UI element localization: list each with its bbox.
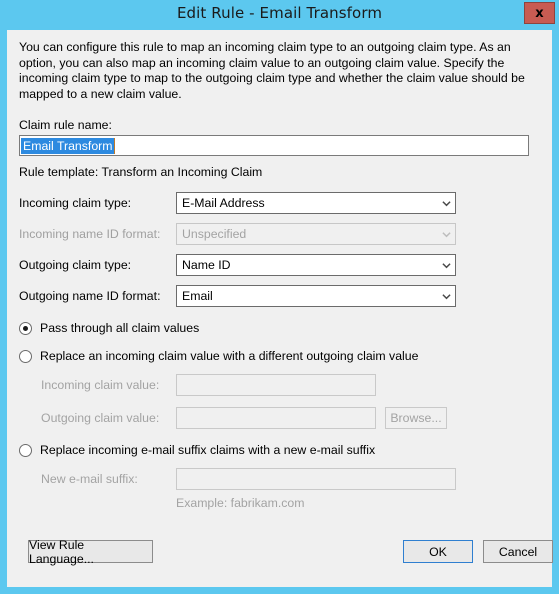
chevron-down-icon xyxy=(437,292,455,301)
close-icon[interactable]: x xyxy=(524,2,555,24)
browse-button: Browse... xyxy=(385,407,447,429)
description-text: You can configure this rule to map an in… xyxy=(19,40,525,101)
incoming-claim-type-dropdown[interactable]: E-Mail Address xyxy=(176,192,456,214)
edit-rule-dialog: Edit Rule - Email Transform x You can co… xyxy=(0,0,559,594)
incoming-name-id-format-value: Unspecified xyxy=(182,227,247,241)
window-title: Edit Rule - Email Transform xyxy=(176,4,383,22)
outgoing-claim-value-row: Outgoing claim value: Browse... xyxy=(19,407,540,429)
cancel-button[interactable]: Cancel xyxy=(483,540,553,563)
option-replace-value-label: Replace an incoming claim value with a d… xyxy=(40,349,419,363)
incoming-name-id-format-dropdown: Unspecified xyxy=(176,223,456,245)
outgoing-claim-type-row: Outgoing claim type: Name ID xyxy=(19,254,540,276)
chevron-down-icon xyxy=(437,230,455,239)
dialog-body: You can configure this rule to map an in… xyxy=(7,30,552,529)
dialog-footer: View Rule Language... OK Cancel xyxy=(7,529,553,587)
title-bar: Edit Rule - Email Transform x xyxy=(0,0,559,30)
email-suffix-example: Example: fabrikam.com xyxy=(176,496,305,510)
outgoing-claim-type-dropdown[interactable]: Name ID xyxy=(176,254,456,276)
outgoing-claim-value-input xyxy=(176,407,376,429)
claim-rule-name-label: Claim rule name: xyxy=(19,118,112,132)
option-replace-suffix-label: Replace incoming e-mail suffix claims wi… xyxy=(40,443,376,457)
rule-template-label: Rule template: Transform an Incoming Cla… xyxy=(19,165,263,179)
outgoing-claim-value-label: Outgoing claim value: xyxy=(41,411,160,425)
outgoing-name-id-format-row: Outgoing name ID format: Email xyxy=(19,285,540,307)
incoming-claim-value-label: Incoming claim value: xyxy=(41,378,160,392)
outgoing-name-id-format-dropdown[interactable]: Email xyxy=(176,285,456,307)
claim-rule-name-input[interactable]: Email Transform xyxy=(19,135,529,156)
incoming-claim-type-row: Incoming claim type: E-Mail Address xyxy=(19,192,540,214)
ok-button[interactable]: OK xyxy=(403,540,473,563)
outgoing-name-id-format-value: Email xyxy=(182,289,213,303)
incoming-name-id-format-label: Incoming name ID format: xyxy=(19,227,161,241)
option-pass-through-label: Pass through all claim values xyxy=(40,321,200,335)
radio-replace-suffix[interactable] xyxy=(19,443,32,457)
new-email-suffix-label: New e-mail suffix: xyxy=(41,472,138,486)
chevron-down-icon xyxy=(437,199,455,208)
option-replace-value[interactable]: Replace an incoming claim value with a d… xyxy=(19,349,540,363)
outgoing-claim-type-label: Outgoing claim type: xyxy=(19,258,132,272)
option-replace-suffix[interactable]: Replace incoming e-mail suffix claims wi… xyxy=(19,443,540,457)
chevron-down-icon xyxy=(437,261,455,270)
outgoing-claim-type-value: Name ID xyxy=(182,258,231,272)
radio-replace-value[interactable] xyxy=(19,349,32,363)
incoming-claim-value-input xyxy=(176,374,376,396)
option-pass-through[interactable]: Pass through all claim values xyxy=(19,321,540,335)
claim-rule-name-value: Email Transform xyxy=(21,137,115,154)
dialog-client-area: You can configure this rule to map an in… xyxy=(7,30,553,587)
new-email-suffix-input xyxy=(176,468,456,490)
incoming-claim-type-value: E-Mail Address xyxy=(182,196,265,210)
incoming-claim-type-label: Incoming claim type: xyxy=(19,196,132,210)
new-email-suffix-row: New e-mail suffix: xyxy=(19,468,540,490)
radio-pass-through[interactable] xyxy=(19,321,32,335)
outgoing-name-id-format-label: Outgoing name ID format: xyxy=(19,289,161,303)
view-rule-language-button[interactable]: View Rule Language... xyxy=(28,538,153,566)
incoming-claim-value-row: Incoming claim value: xyxy=(19,374,540,396)
incoming-name-id-format-row: Incoming name ID format: Unspecified xyxy=(19,223,540,245)
